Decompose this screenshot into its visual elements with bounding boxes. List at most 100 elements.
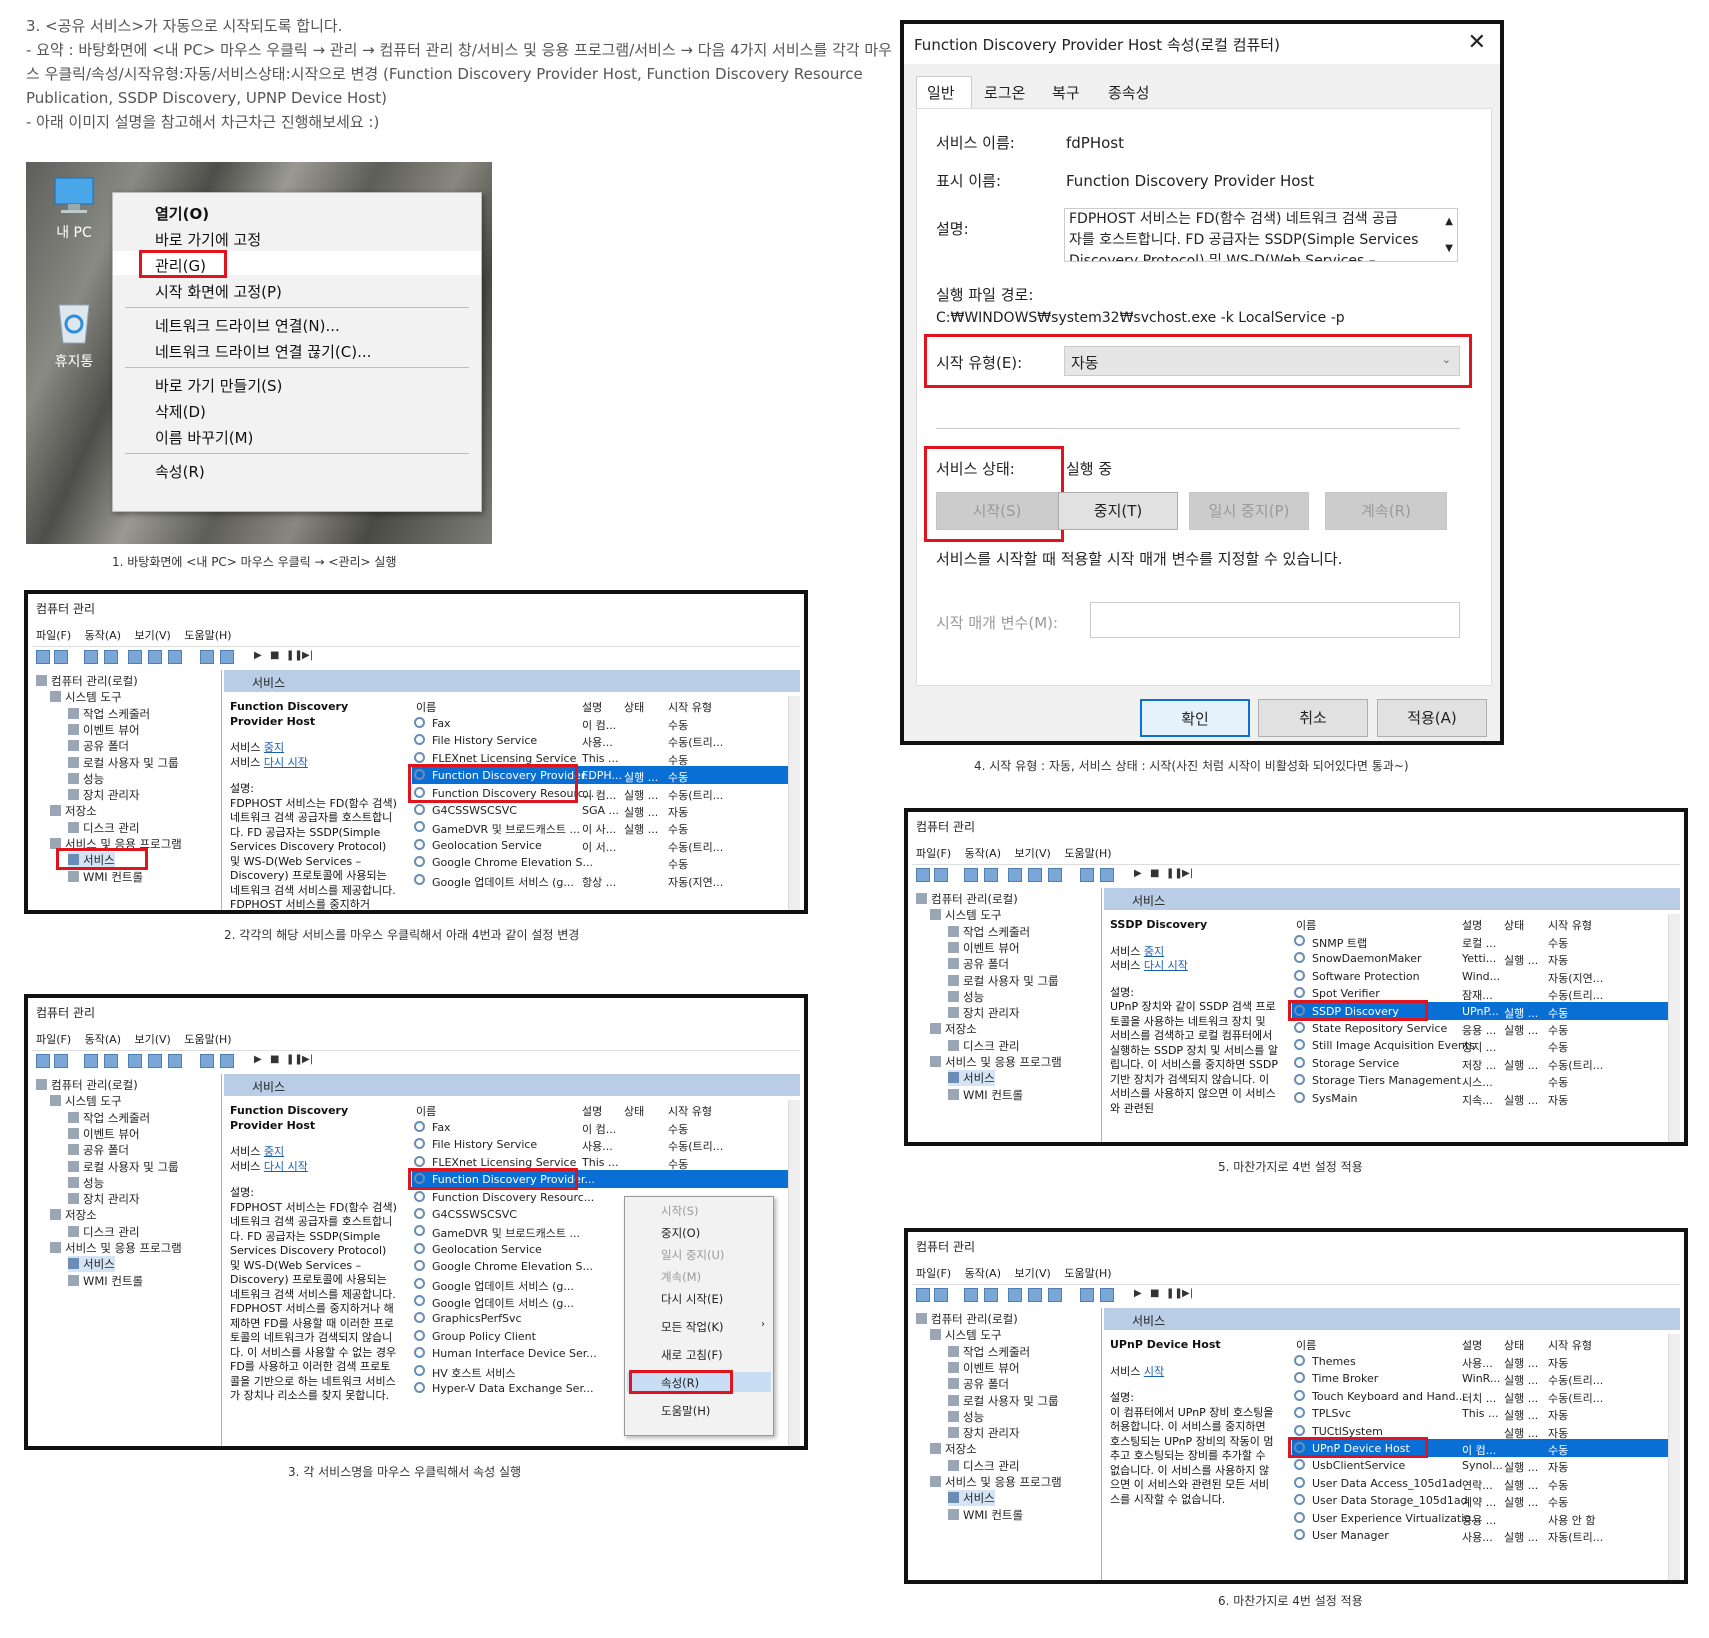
play-icon[interactable]: ▶ bbox=[254, 650, 268, 664]
table-row[interactable]: Fax 이 컴... 수동 bbox=[412, 1118, 800, 1136]
tab-general[interactable]: 일반 bbox=[916, 76, 972, 108]
column-header[interactable]: 설명 bbox=[1462, 917, 1482, 933]
menu-item-pin-start[interactable]: 시작 화면에 고정(P) bbox=[155, 281, 282, 302]
pause-button[interactable]: 일시 중지(P) bbox=[1189, 492, 1309, 530]
tree-node[interactable]: 성능 bbox=[948, 989, 984, 1005]
export-icon[interactable] bbox=[1008, 1288, 1022, 1302]
export-icon[interactable] bbox=[128, 1054, 142, 1068]
stop-link[interactable]: 중지 bbox=[1144, 945, 1164, 958]
table-row[interactable]: Fax 이 컴... 수동 bbox=[412, 714, 800, 732]
help-icon[interactable] bbox=[1080, 868, 1094, 882]
restart-icon[interactable]: ▶| bbox=[302, 1054, 316, 1068]
menu-item-map-drive[interactable]: 네트워크 드라이브 연결(N)... bbox=[155, 315, 340, 336]
tree-node[interactable]: 저장소 bbox=[50, 803, 97, 819]
stop-link[interactable]: 중지 bbox=[264, 741, 284, 754]
tree-node[interactable]: 시스템 도구 bbox=[50, 689, 122, 705]
tree-node[interactable]: 저장소 bbox=[930, 1441, 977, 1457]
tree-node[interactable]: 서비스 bbox=[948, 1070, 995, 1087]
table-row[interactable]: Google 업데이트 서비스 (g... 항상 ... 자동(지연... bbox=[412, 871, 800, 889]
table-row[interactable]: User Data Storage_105d1ad 계약 ... 실행 ... 수동 bbox=[1292, 1491, 1680, 1509]
mypc-desktop-icon[interactable]: 내 PC bbox=[34, 172, 114, 242]
context-menu-item[interactable]: 시작(S) bbox=[661, 1203, 698, 1219]
tree-node[interactable]: 로컬 사용자 및 그룹 bbox=[68, 1159, 179, 1175]
table-row[interactable]: Google Chrome Elevation S... 수동 bbox=[412, 853, 800, 871]
tree-node[interactable]: 공유 폴더 bbox=[948, 956, 1009, 972]
back-icon[interactable] bbox=[916, 1288, 930, 1302]
tree-node[interactable]: WMI 컨트롤 bbox=[948, 1507, 1023, 1523]
menu-item-properties[interactable]: 속성(R) bbox=[155, 461, 205, 482]
scrollbar[interactable] bbox=[788, 696, 800, 910]
table-row[interactable]: Storage Tiers Management 시스... 수동 bbox=[1292, 1071, 1680, 1089]
table-row[interactable]: Touch Keyboard and Hand... 터치 ... 실행 ... 수동… bbox=[1292, 1387, 1680, 1405]
menu-item-delete[interactable]: 삭제(D) bbox=[155, 401, 206, 422]
table-row[interactable]: Still Image Acquisition Events 정지 ... 수동 bbox=[1292, 1036, 1680, 1054]
forward-icon[interactable] bbox=[54, 1054, 68, 1068]
column-header[interactable]: 상태 bbox=[624, 699, 644, 715]
tree-node[interactable]: 서비스 bbox=[948, 1490, 995, 1507]
tree-node[interactable]: 장치 관리자 bbox=[68, 787, 140, 803]
table-row[interactable]: Geolocation Service 이 서... 수동(트리... bbox=[412, 836, 800, 854]
tree-node[interactable]: 성능 bbox=[948, 1409, 984, 1425]
properties-icon[interactable] bbox=[1048, 1288, 1062, 1302]
tab-dependencies[interactable]: 종속성 bbox=[1108, 82, 1149, 103]
tree-node[interactable]: 성능 bbox=[68, 1175, 104, 1191]
table-row[interactable]: State Repository Service 응용 ... 실행 ... 수동 bbox=[1292, 1019, 1680, 1037]
tree-node[interactable]: 저장소 bbox=[930, 1021, 977, 1037]
tree-node[interactable]: 성능 bbox=[68, 771, 104, 787]
restart-icon[interactable]: ▶| bbox=[1182, 1288, 1196, 1302]
description-box[interactable]: FDPHOST 서비스는 FD(함수 검색) 네트워크 검색 공급 자를 호스트… bbox=[1064, 208, 1458, 262]
column-header[interactable]: 설명 bbox=[582, 1103, 602, 1119]
tree-node[interactable]: 디스크 관리 bbox=[948, 1458, 1020, 1474]
refresh-icon[interactable] bbox=[148, 650, 162, 664]
back-icon[interactable] bbox=[916, 868, 930, 882]
tree-node[interactable]: 서비스 및 응용 프로그램 bbox=[930, 1054, 1062, 1070]
table-row[interactable]: Themes 사용... 실행 ... 자동 bbox=[1292, 1352, 1680, 1370]
menu-item-open[interactable]: 열기(O) bbox=[155, 203, 209, 224]
tree-node[interactable]: 이벤트 뷰어 bbox=[68, 1126, 140, 1142]
table-row[interactable]: File History Service 사용... 수동(트리... bbox=[412, 731, 800, 749]
start-button[interactable]: 시작(S) bbox=[936, 492, 1058, 530]
refresh-icon[interactable] bbox=[148, 1054, 162, 1068]
tree-node[interactable]: 컴퓨터 관리(로컬) bbox=[36, 1077, 138, 1093]
tree-node[interactable]: 공유 폴더 bbox=[948, 1376, 1009, 1392]
play-icon[interactable]: ▶ bbox=[1134, 1288, 1148, 1302]
recycle-bin-desktop-icon[interactable]: 휴지통 bbox=[34, 297, 114, 371]
tree-node[interactable]: 작업 스케줄러 bbox=[948, 924, 1030, 940]
help-icon[interactable] bbox=[1080, 1288, 1094, 1302]
up-icon[interactable] bbox=[964, 1288, 978, 1302]
tree-node[interactable]: WMI 컨트롤 bbox=[68, 1273, 143, 1289]
play-icon[interactable]: ▶ bbox=[1134, 868, 1148, 882]
tree-node[interactable]: 시스템 도구 bbox=[50, 1093, 122, 1109]
menu-item-create-shortcut[interactable]: 바로 가기 만들기(S) bbox=[155, 375, 282, 396]
tree-node[interactable]: 이벤트 뷰어 bbox=[948, 1360, 1020, 1376]
show-hide-icon[interactable] bbox=[984, 1288, 998, 1302]
menu-item-disconnect-drive[interactable]: 네트워크 드라이브 연결 끊기(C)... bbox=[155, 341, 371, 362]
view-icon[interactable] bbox=[220, 650, 234, 664]
table-row[interactable]: G4CSSWSCSVC SGA ... 실행 ... 자동 bbox=[412, 801, 800, 819]
column-header[interactable]: 설명 bbox=[582, 699, 602, 715]
refresh-icon[interactable] bbox=[1028, 868, 1042, 882]
context-menu-item[interactable]: 모든 작업(K) bbox=[661, 1319, 724, 1335]
tree-node[interactable]: 작업 스케줄러 bbox=[948, 1344, 1030, 1360]
menu-item-rename[interactable]: 이름 바꾸기(M) bbox=[155, 427, 253, 448]
tree-node[interactable]: WMI 컨트롤 bbox=[948, 1087, 1023, 1103]
help-icon[interactable] bbox=[200, 650, 214, 664]
table-row[interactable]: User Manager 사용... 실행 ... 자동(트리... bbox=[1292, 1526, 1680, 1544]
context-menu-item[interactable]: 새로 고침(F) bbox=[661, 1347, 723, 1363]
tree-node[interactable]: 시스템 도구 bbox=[930, 1327, 1002, 1343]
up-icon[interactable] bbox=[964, 868, 978, 882]
context-menu-item[interactable]: 일시 중지(U) bbox=[661, 1247, 724, 1263]
tree-node[interactable]: 디스크 관리 bbox=[948, 1038, 1020, 1054]
column-header[interactable]: 이름 bbox=[1296, 1337, 1316, 1353]
tree-node[interactable]: 공유 폴더 bbox=[68, 1142, 129, 1158]
column-header[interactable]: 이름 bbox=[416, 699, 436, 715]
menu-bar[interactable]: 파일(F) 동작(A) 보기(V) 도움말(H) bbox=[36, 1031, 232, 1047]
restart-icon[interactable]: ▶| bbox=[1182, 868, 1196, 882]
tree-node[interactable]: 장치 관리자 bbox=[948, 1005, 1020, 1021]
stop-icon[interactable]: ■ bbox=[1150, 868, 1164, 882]
stop-icon[interactable]: ■ bbox=[270, 1054, 284, 1068]
restart-icon[interactable]: ▶| bbox=[302, 650, 316, 664]
tree-node[interactable]: 컴퓨터 관리(로컬) bbox=[36, 673, 138, 689]
refresh-icon[interactable] bbox=[1028, 1288, 1042, 1302]
tree-node[interactable]: 디스크 관리 bbox=[68, 820, 140, 836]
